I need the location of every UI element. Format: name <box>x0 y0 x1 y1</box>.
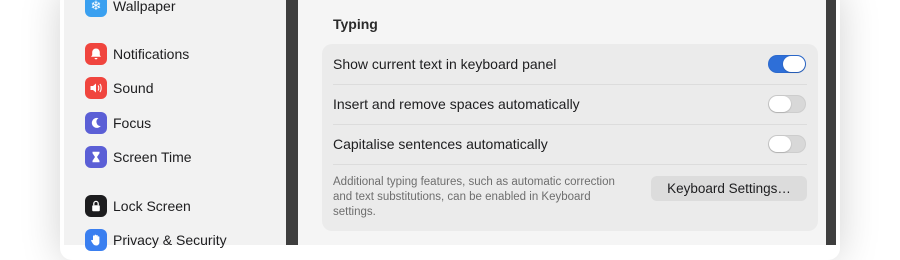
sidebar-item-label: Privacy & Security <box>113 232 227 248</box>
sidebar-item-sound[interactable]: Sound <box>85 75 153 101</box>
sidebar-item-screen-time[interactable]: Screen Time <box>85 144 192 170</box>
sidebar-item-lock-screen[interactable]: Lock Screen <box>85 193 191 219</box>
toggle-knob <box>769 136 791 152</box>
setting-row-show-current-text: Show current text in keyboard panel <box>322 44 818 84</box>
setting-row-insert-remove-spaces: Insert and remove spaces automatically <box>322 84 818 124</box>
sidebar-item-wallpaper[interactable]: ❄ Wallpaper <box>85 0 176 19</box>
sidebar-item-label: Focus <box>113 115 152 131</box>
show-current-text-toggle[interactable] <box>768 55 806 73</box>
capitalise-sentences-toggle[interactable] <box>768 135 806 153</box>
window-edge <box>826 0 836 245</box>
typing-settings-card: Show current text in keyboard panel Inse… <box>322 44 818 231</box>
sidebar-item-notifications[interactable]: Notifications <box>85 41 189 67</box>
pane-divider <box>286 0 298 245</box>
setting-label: Show current text in keyboard panel <box>333 56 557 72</box>
setting-label: Insert and remove spaces automatically <box>333 96 580 112</box>
sidebar-item-privacy-security[interactable]: Privacy & Security <box>85 227 227 253</box>
hourglass-icon <box>85 146 107 168</box>
toggle-knob <box>769 96 791 112</box>
moon-icon <box>85 112 107 134</box>
insert-remove-spaces-toggle[interactable] <box>768 95 806 113</box>
row-divider <box>333 164 807 165</box>
snowflake-icon: ❄ <box>85 0 107 17</box>
keyboard-settings-button[interactable]: Keyboard Settings… <box>651 176 807 201</box>
hand-icon <box>85 229 107 251</box>
bell-icon <box>85 43 107 65</box>
setting-label: Capitalise sentences automatically <box>333 136 548 152</box>
toggle-knob <box>783 56 805 72</box>
sidebar-item-label: Sound <box>113 80 154 96</box>
sidebar-item-label: Screen Time <box>113 149 192 165</box>
sidebar-item-label: Notifications <box>113 46 190 62</box>
setting-row-capitalise-sentences: Capitalise sentences automatically <box>322 124 818 164</box>
section-title: Typing <box>333 16 378 32</box>
typing-footnote: Additional typing features, such as auto… <box>333 176 615 218</box>
speaker-icon <box>85 77 107 99</box>
sidebar-item-focus[interactable]: Focus <box>85 110 151 136</box>
sidebar-item-label: Lock Screen <box>113 198 191 214</box>
sidebar-item-label: Wallpaper <box>113 0 176 14</box>
lock-icon <box>85 195 107 217</box>
